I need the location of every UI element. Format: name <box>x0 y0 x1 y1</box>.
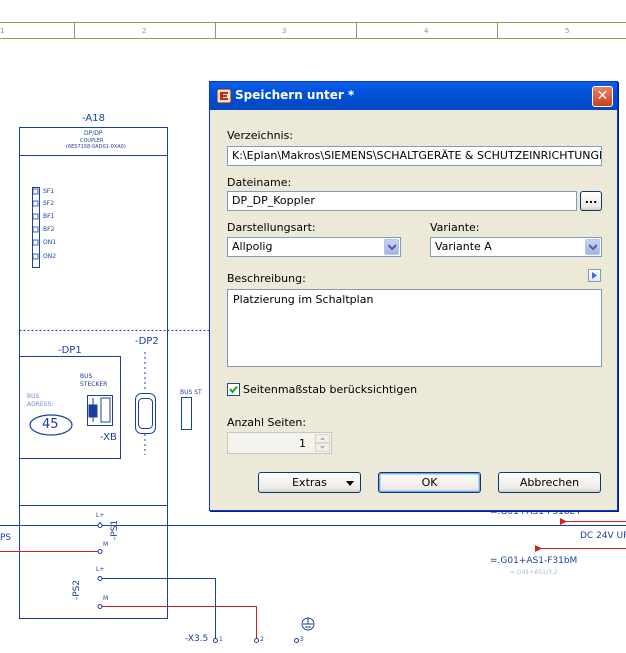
variante-label: Variante: <box>430 221 480 234</box>
l-plus-2: L+ <box>96 566 105 573</box>
variante-select[interactable]: Variante A <box>430 237 602 257</box>
ps1-tag: -PS1 <box>110 519 120 540</box>
verzeichnis-label: Verzeichnis: <box>227 129 294 142</box>
play-arrow-icon[interactable] <box>588 269 601 282</box>
dp1-tag: -DP1 <box>58 345 82 356</box>
anzahl-label: Anzahl Seiten: <box>227 416 307 429</box>
ruler-label-3: 3 <box>282 27 286 35</box>
dialog-titlebar[interactable]: Speichern unter * ✕ <box>210 82 617 110</box>
led-on1: ON1 <box>43 239 57 246</box>
anzahl-spinner[interactable]: 1 <box>227 432 332 454</box>
ruler-label-2: 2 <box>142 27 146 35</box>
chevron-down-icon[interactable] <box>384 239 399 255</box>
dropdown-arrow-icon <box>346 481 354 486</box>
anzahl-value: 1 <box>299 437 306 450</box>
verzeichnis-field[interactable]: K:\Eplan\Makros\SIEMENS\SCHALTGERÄTE & S… <box>227 146 602 166</box>
ruler-label-5: 5 <box>565 27 569 35</box>
address-value: 45 <box>42 417 59 432</box>
wires <box>0 521 626 640</box>
terminal-2: 2 <box>260 636 264 643</box>
darstellungsart-value: Allpolig <box>232 240 273 253</box>
spin-up-icon[interactable] <box>315 434 330 443</box>
eplan-app-icon <box>216 88 232 104</box>
chevron-down-icon[interactable] <box>585 239 600 255</box>
extras-button[interactable]: Extras <box>258 472 361 493</box>
dateiname-label: Dateiname: <box>227 176 292 189</box>
bus-stecker-label: BUS STECKER <box>80 373 108 388</box>
led-sf1: SF1 <box>43 188 55 195</box>
ps-left-label: PS <box>0 533 12 543</box>
darstellungsart-label: Darstellungsart: <box>227 221 316 234</box>
close-button[interactable]: ✕ <box>592 86 613 107</box>
ok-button[interactable]: OK <box>378 472 481 493</box>
bus-adress-label: BUS ADRESS: <box>27 393 54 408</box>
led-bf2: BF2 <box>43 226 55 233</box>
checkmark-icon <box>229 385 238 394</box>
terminal-3: 3 <box>300 636 304 643</box>
dialog-title: Speichern unter * <box>235 88 355 102</box>
m-2: M <box>103 595 109 602</box>
ps2-tag: -PS2 <box>72 579 82 600</box>
dateiname-input[interactable]: DP_DP_Koppler <box>227 191 577 211</box>
seitenmassstab-checkbox[interactable] <box>227 383 240 396</box>
save-as-dialog: Speichern unter * ✕ Verzeichnis: K:\Epla… <box>209 81 618 511</box>
ruler <box>0 22 626 39</box>
ref-bottom-sub: =.G01+AS1/3.2 <box>510 569 558 576</box>
checkbox-label[interactable]: Seitenmaßstab berücksichtigen <box>243 383 417 396</box>
led-bf1: BF1 <box>43 213 55 220</box>
led-sf2: SF2 <box>43 200 55 207</box>
dc-label: DC 24V UP <box>580 531 626 541</box>
device-tag: -A18 <box>82 113 105 124</box>
device-sub2: (6ES7158-0AD01-0XA0) <box>66 144 126 150</box>
ruler-label-4: 4 <box>424 27 429 35</box>
extras-label: Extras <box>292 476 327 489</box>
xb-tag: -XB <box>100 432 117 443</box>
beschreibung-textarea[interactable]: Platzierung im Schaltplan <box>227 289 602 367</box>
darstellungsart-select[interactable]: Allpolig <box>227 237 401 257</box>
device-type: DP/DP <box>84 130 103 137</box>
abbrechen-button[interactable]: Abbrechen <box>498 472 601 493</box>
bus-st-right: BUS ST <box>180 389 202 396</box>
x35-tag: -X3.5 <box>185 634 209 644</box>
variante-value: Variante A <box>435 240 492 253</box>
dp2-tag: -DP2 <box>135 336 159 347</box>
ruler-label-1: 1 <box>0 27 4 35</box>
browse-button[interactable]: ... <box>580 191 602 211</box>
m-1: M <box>103 541 109 548</box>
spin-down-icon[interactable] <box>315 443 330 452</box>
beschreibung-label: Beschreibung: <box>227 272 306 285</box>
ref-bottom: =.G01+AS1-F31bM <box>490 556 578 566</box>
ground-icon <box>301 617 315 631</box>
l-plus-1: L+ <box>96 512 105 519</box>
terminal-1: 1 <box>219 636 223 643</box>
led-on2: ON2 <box>43 253 57 260</box>
